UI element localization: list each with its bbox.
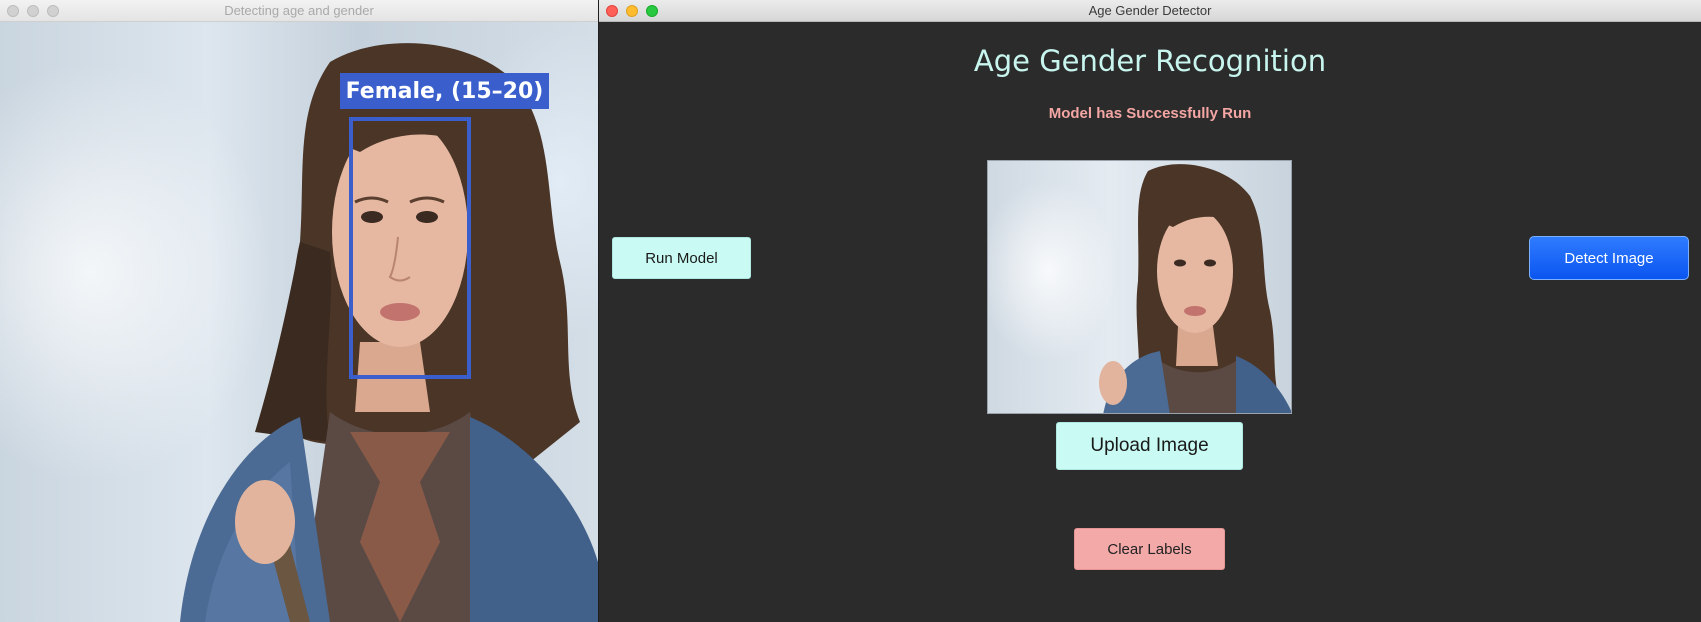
- close-window-icon[interactable]: [606, 5, 618, 17]
- detection-label-box: Female, (15–20): [340, 73, 549, 109]
- minimize-window-icon[interactable]: [626, 5, 638, 17]
- status-message: Model has Successfully Run: [1048, 105, 1252, 122]
- app-window-title: Age Gender Detector: [1088, 3, 1212, 18]
- app-window: Age Gender Detector Age Gender Recogniti…: [599, 0, 1701, 622]
- preview-portrait-image: [1099, 164, 1291, 413]
- detect-image-button[interactable]: Detect Image: [1529, 236, 1689, 280]
- run-model-button[interactable]: Run Model: [612, 237, 751, 279]
- app-window-titlebar[interactable]: Age Gender Detector: [599, 0, 1701, 22]
- detection-window: Detecting age and gender Female, (15–20): [0, 0, 598, 622]
- detection-window-titlebar[interactable]: Detecting age and gender: [0, 0, 598, 22]
- window-controls: [7, 5, 59, 17]
- face-bounding-box: [349, 117, 471, 379]
- close-window-icon[interactable]: [7, 5, 19, 17]
- detection-label: Female, (15–20): [345, 78, 544, 104]
- app-heading: Age Gender Recognition: [973, 44, 1327, 78]
- detected-photo: [0, 22, 598, 622]
- detection-window-title: Detecting age and gender: [224, 3, 374, 18]
- zoom-window-icon[interactable]: [47, 5, 59, 17]
- upload-image-button[interactable]: Upload Image: [1056, 422, 1243, 470]
- portrait-image: [180, 43, 598, 622]
- zoom-window-icon[interactable]: [646, 5, 658, 17]
- clear-labels-button[interactable]: Clear Labels: [1074, 528, 1225, 570]
- uploaded-image-preview: [987, 160, 1292, 414]
- window-controls: [606, 5, 658, 17]
- minimize-window-icon[interactable]: [27, 5, 39, 17]
